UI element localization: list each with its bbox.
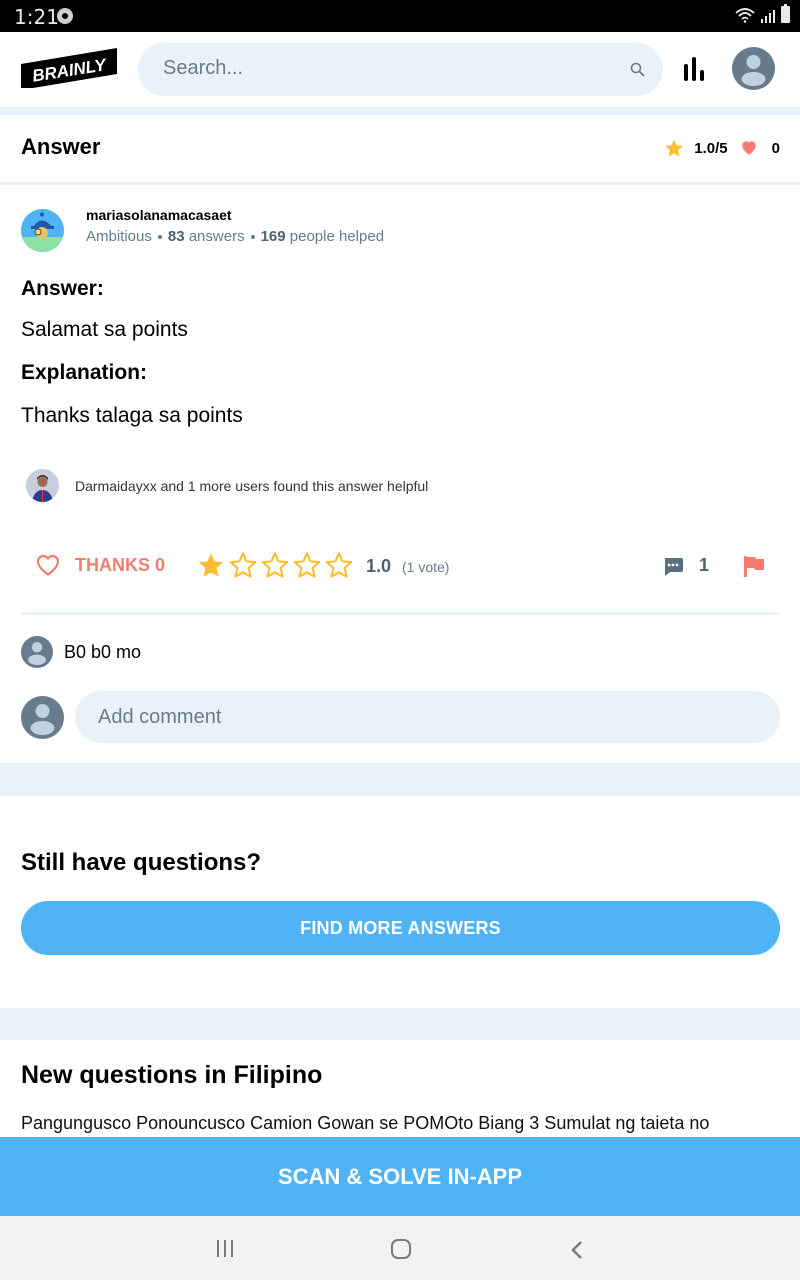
home-button[interactable] — [391, 1239, 411, 1259]
answer-label: Answer: — [21, 277, 104, 300]
status-bar: 1:21 — [0, 0, 800, 32]
star-empty-icon[interactable] — [229, 551, 257, 579]
comment-text: B0 b0 mo — [64, 641, 142, 662]
wifi-icon — [735, 8, 755, 23]
heart-outline-icon — [36, 554, 60, 576]
author-answers-count: 83 — [167, 228, 185, 245]
answer-content: Answer: Salamat sa points Explanation: T… — [21, 273, 243, 426]
author-meta: Ambitious 83 answers 169 people helped — [86, 228, 384, 245]
status-time: 1:21 — [14, 5, 59, 29]
comment-icon[interactable] — [662, 555, 684, 577]
heart-icon — [741, 141, 756, 155]
author-helped-count: 169 — [260, 228, 286, 245]
answer-header: Answer 1.0/5 0 — [0, 115, 800, 182]
signal-icon — [761, 7, 775, 23]
scan-solve-button[interactable]: SCAN & SOLVE IN-APP — [0, 1137, 800, 1216]
helpful-text: Darmaidayxx and 1 more users found this … — [75, 477, 429, 494]
author-answers-label: answers — [188, 228, 245, 245]
new-questions-section: New questions in Filipino Pangungusco Po… — [0, 1040, 800, 1140]
answer-card: mariasolanamacasaet Ambitious 83 answers 1… — [0, 185, 800, 763]
star-empty-icon[interactable] — [261, 551, 289, 579]
search-icon[interactable] — [630, 62, 645, 77]
stats-icon[interactable] — [683, 56, 707, 82]
author-helped-label: people helped — [289, 228, 385, 245]
add-comment-row: Add comment — [21, 691, 780, 743]
star-icon — [665, 139, 684, 157]
comment-item: B0 b0 mo — [21, 636, 141, 668]
answer-actions: THANKS 0 1.0 (1 vote) 1 — [0, 547, 800, 585]
current-user-avatar — [21, 695, 64, 739]
author-rank: Ambitious — [86, 228, 152, 245]
back-button[interactable] — [570, 1240, 584, 1260]
search-input[interactable]: Search... — [138, 43, 663, 96]
commenter-avatar[interactable] — [21, 636, 53, 668]
star-empty-icon[interactable] — [325, 551, 353, 579]
recent-apps-button[interactable] — [217, 1240, 233, 1257]
brainly-logo[interactable]: BRAINLY — [21, 48, 117, 88]
rating-value: 1.0 — [366, 556, 392, 576]
answer-header-stats: 1.0/5 0 — [664, 138, 780, 158]
add-comment-placeholder: Add comment — [98, 705, 222, 728]
answer-rating: 1.0/5 — [694, 139, 728, 157]
new-question-item[interactable]: Pangungusco Ponouncusco Camion Gowan se … — [21, 1113, 709, 1134]
chrome-icon — [57, 8, 73, 24]
helpful-info: Darmaidayxx and 1 more users found this … — [26, 469, 428, 502]
author-avatar[interactable] — [21, 209, 64, 252]
android-nav-bar — [0, 1216, 800, 1280]
status-icons — [735, 4, 790, 23]
find-more-answers-button[interactable]: FIND MORE ANSWERS — [21, 901, 780, 955]
flag-icon[interactable] — [742, 554, 766, 578]
add-comment-input[interactable]: Add comment — [75, 691, 780, 743]
helper-avatar — [26, 469, 59, 502]
rating-stars[interactable] — [197, 551, 353, 579]
author-name[interactable]: mariasolanamacasaet — [86, 207, 232, 223]
thanks-label: THANKS 0 — [75, 554, 166, 575]
star-filled-icon[interactable] — [197, 551, 225, 579]
new-questions-heading: New questions in Filipino — [21, 1061, 323, 1089]
divider — [21, 612, 780, 615]
answer-likes: 0 — [771, 139, 780, 157]
battery-icon — [781, 4, 790, 23]
thanks-button[interactable]: THANKS 0 — [35, 553, 165, 577]
still-have-questions-heading: Still have questions? — [21, 849, 262, 876]
answer-text: Salamat sa points — [21, 318, 188, 341]
explanation-label: Explanation: — [21, 361, 148, 384]
comment-count: 1 — [699, 555, 710, 575]
answer-title: Answer — [21, 134, 101, 159]
vote-count: (1 vote) — [402, 559, 450, 575]
still-have-questions-section: Still have questions? FIND MORE ANSWERS — [0, 796, 800, 1008]
profile-avatar[interactable] — [732, 47, 775, 90]
explanation-text: Thanks talaga sa points — [21, 404, 243, 427]
star-empty-icon[interactable] — [293, 551, 321, 579]
top-header: BRAINLY Search... — [0, 32, 800, 107]
search-placeholder: Search... — [163, 57, 244, 79]
